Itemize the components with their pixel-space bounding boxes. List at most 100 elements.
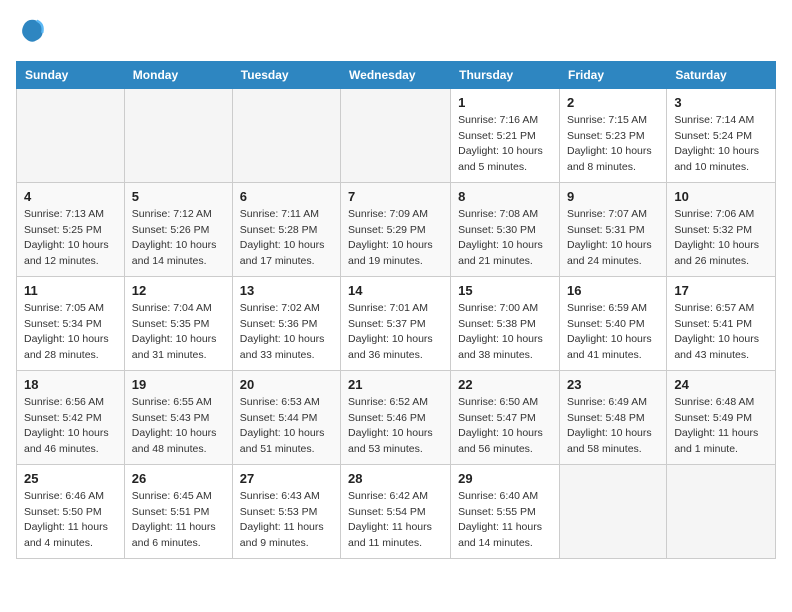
calendar-cell: 24 Sunrise: 6:48 AMSunset: 5:49 PMDayligh… — [667, 370, 776, 464]
header — [16, 16, 776, 49]
calendar-cell — [232, 88, 340, 182]
day-number: 10 — [674, 189, 768, 204]
day-header-friday: Friday — [559, 61, 666, 88]
day-number: 6 — [240, 189, 333, 204]
day-detail: Sunrise: 6:46 AMSunset: 5:50 PMDaylight:… — [24, 489, 117, 552]
calendar-cell: 4 Sunrise: 7:13 AMSunset: 5:25 PMDaylight… — [17, 182, 125, 276]
day-detail: Sunrise: 7:07 AMSunset: 5:31 PMDaylight:… — [567, 207, 659, 270]
day-header-wednesday: Wednesday — [341, 61, 451, 88]
day-detail: Sunrise: 7:09 AMSunset: 5:29 PMDaylight:… — [348, 207, 443, 270]
day-detail: Sunrise: 7:13 AMSunset: 5:25 PMDaylight:… — [24, 207, 117, 270]
calendar-cell — [667, 464, 776, 558]
calendar-cell: 13 Sunrise: 7:02 AMSunset: 5:36 PMDayligh… — [232, 276, 340, 370]
calendar-cell: 23 Sunrise: 6:49 AMSunset: 5:48 PMDayligh… — [559, 370, 666, 464]
calendar-cell: 27Sunrise: 6:43 AMSunset: 5:53 PMDayligh… — [232, 464, 340, 558]
day-detail: Sunrise: 7:06 AMSunset: 5:32 PMDaylight:… — [674, 207, 768, 270]
day-number: 22 — [458, 377, 552, 392]
calendar-cell: 5 Sunrise: 7:12 AMSunset: 5:26 PMDaylight… — [124, 182, 232, 276]
day-detail: Sunrise: 7:05 AMSunset: 5:34 PMDaylight:… — [24, 301, 117, 364]
day-number: 7 — [348, 189, 443, 204]
day-number: 25 — [24, 471, 117, 486]
calendar-cell: 8 Sunrise: 7:08 AMSunset: 5:30 PMDaylight… — [451, 182, 560, 276]
header-row: SundayMondayTuesdayWednesdayThursdayFrid… — [17, 61, 776, 88]
day-number: 5 — [132, 189, 225, 204]
day-number: 28 — [348, 471, 443, 486]
day-detail: Sunrise: 7:11 AMSunset: 5:28 PMDaylight:… — [240, 207, 333, 270]
day-number: 27 — [240, 471, 333, 486]
calendar-cell: 3 Sunrise: 7:14 AMSunset: 5:24 PMDaylight… — [667, 88, 776, 182]
calendar-cell: 7 Sunrise: 7:09 AMSunset: 5:29 PMDaylight… — [341, 182, 451, 276]
day-header-saturday: Saturday — [667, 61, 776, 88]
calendar-cell — [341, 88, 451, 182]
day-detail: Sunrise: 7:00 AMSunset: 5:38 PMDaylight:… — [458, 301, 552, 364]
calendar-cell: 9 Sunrise: 7:07 AMSunset: 5:31 PMDaylight… — [559, 182, 666, 276]
day-detail: Sunrise: 7:14 AMSunset: 5:24 PMDaylight:… — [674, 113, 768, 176]
day-number: 4 — [24, 189, 117, 204]
logo-icon — [18, 16, 46, 44]
day-number: 29 — [458, 471, 552, 486]
calendar-cell: 22 Sunrise: 6:50 AMSunset: 5:47 PMDayligh… — [451, 370, 560, 464]
week-row-0: 1 Sunrise: 7:16 AMSunset: 5:21 PMDaylight… — [17, 88, 776, 182]
day-number: 3 — [674, 95, 768, 110]
day-number: 12 — [132, 283, 225, 298]
day-detail: Sunrise: 7:04 AMSunset: 5:35 PMDaylight:… — [132, 301, 225, 364]
calendar-cell: 11 Sunrise: 7:05 AMSunset: 5:34 PMDayligh… — [17, 276, 125, 370]
calendar-cell: 15 Sunrise: 7:00 AMSunset: 5:38 PMDayligh… — [451, 276, 560, 370]
day-detail: Sunrise: 7:08 AMSunset: 5:30 PMDaylight:… — [458, 207, 552, 270]
day-number: 13 — [240, 283, 333, 298]
day-number: 21 — [348, 377, 443, 392]
day-detail: Sunrise: 6:49 AMSunset: 5:48 PMDaylight:… — [567, 395, 659, 458]
day-detail: Sunrise: 6:48 AMSunset: 5:49 PMDaylight:… — [674, 395, 768, 458]
day-number: 17 — [674, 283, 768, 298]
day-number: 8 — [458, 189, 552, 204]
day-number: 15 — [458, 283, 552, 298]
calendar-cell: 16Sunrise: 6:59 AMSunset: 5:40 PMDayligh… — [559, 276, 666, 370]
day-number: 16 — [567, 283, 659, 298]
week-row-1: 4 Sunrise: 7:13 AMSunset: 5:25 PMDaylight… — [17, 182, 776, 276]
calendar-cell: 18 Sunrise: 6:56 AMSunset: 5:42 PMDayligh… — [17, 370, 125, 464]
day-number: 18 — [24, 377, 117, 392]
calendar-cell — [17, 88, 125, 182]
calendar-cell: 1 Sunrise: 7:16 AMSunset: 5:21 PMDaylight… — [451, 88, 560, 182]
day-detail: Sunrise: 7:15 AMSunset: 5:23 PMDaylight:… — [567, 113, 659, 176]
day-detail: Sunrise: 6:53 AMSunset: 5:44 PMDaylight:… — [240, 395, 333, 458]
day-number: 26 — [132, 471, 225, 486]
week-row-3: 18 Sunrise: 6:56 AMSunset: 5:42 PMDayligh… — [17, 370, 776, 464]
day-header-tuesday: Tuesday — [232, 61, 340, 88]
day-detail: Sunrise: 7:02 AMSunset: 5:36 PMDaylight:… — [240, 301, 333, 364]
week-row-4: 25 Sunrise: 6:46 AMSunset: 5:50 PMDayligh… — [17, 464, 776, 558]
calendar-cell: 26 Sunrise: 6:45 AMSunset: 5:51 PMDayligh… — [124, 464, 232, 558]
day-number: 20 — [240, 377, 333, 392]
calendar-cell: 21 Sunrise: 6:52 AMSunset: 5:46 PMDayligh… — [341, 370, 451, 464]
day-detail: Sunrise: 6:55 AMSunset: 5:43 PMDaylight:… — [132, 395, 225, 458]
calendar-cell: 2 Sunrise: 7:15 AMSunset: 5:23 PMDaylight… — [559, 88, 666, 182]
calendar-cell: 6 Sunrise: 7:11 AMSunset: 5:28 PMDaylight… — [232, 182, 340, 276]
day-detail: Sunrise: 6:50 AMSunset: 5:47 PMDaylight:… — [458, 395, 552, 458]
day-number: 9 — [567, 189, 659, 204]
day-number: 1 — [458, 95, 552, 110]
day-detail: Sunrise: 7:16 AMSunset: 5:21 PMDaylight:… — [458, 113, 552, 176]
day-detail: Sunrise: 6:57 AMSunset: 5:41 PMDaylight:… — [674, 301, 768, 364]
week-row-2: 11 Sunrise: 7:05 AMSunset: 5:34 PMDayligh… — [17, 276, 776, 370]
day-number: 11 — [24, 283, 117, 298]
day-detail: Sunrise: 6:40 AMSunset: 5:55 PMDaylight:… — [458, 489, 552, 552]
day-detail: Sunrise: 6:52 AMSunset: 5:46 PMDaylight:… — [348, 395, 443, 458]
day-detail: Sunrise: 6:56 AMSunset: 5:42 PMDaylight:… — [24, 395, 117, 458]
day-number: 23 — [567, 377, 659, 392]
day-number: 2 — [567, 95, 659, 110]
day-number: 19 — [132, 377, 225, 392]
calendar-cell: 28 Sunrise: 6:42 AMSunset: 5:54 PMDayligh… — [341, 464, 451, 558]
day-detail: Sunrise: 7:01 AMSunset: 5:37 PMDaylight:… — [348, 301, 443, 364]
day-detail: Sunrise: 6:45 AMSunset: 5:51 PMDaylight:… — [132, 489, 225, 552]
calendar-cell: 17 Sunrise: 6:57 AMSunset: 5:41 PMDayligh… — [667, 276, 776, 370]
calendar-cell: 29 Sunrise: 6:40 AMSunset: 5:55 PMDayligh… — [451, 464, 560, 558]
calendar-cell: 14Sunrise: 7:01 AMSunset: 5:37 PMDayligh… — [341, 276, 451, 370]
calendar-cell: 19 Sunrise: 6:55 AMSunset: 5:43 PMDayligh… — [124, 370, 232, 464]
day-detail: Sunrise: 6:42 AMSunset: 5:54 PMDaylight:… — [348, 489, 443, 552]
calendar-cell: 12 Sunrise: 7:04 AMSunset: 5:35 PMDayligh… — [124, 276, 232, 370]
day-header-monday: Monday — [124, 61, 232, 88]
day-detail: Sunrise: 7:12 AMSunset: 5:26 PMDaylight:… — [132, 207, 225, 270]
calendar-cell: 20 Sunrise: 6:53 AMSunset: 5:44 PMDayligh… — [232, 370, 340, 464]
calendar-cell: 25 Sunrise: 6:46 AMSunset: 5:50 PMDayligh… — [17, 464, 125, 558]
day-number: 24 — [674, 377, 768, 392]
